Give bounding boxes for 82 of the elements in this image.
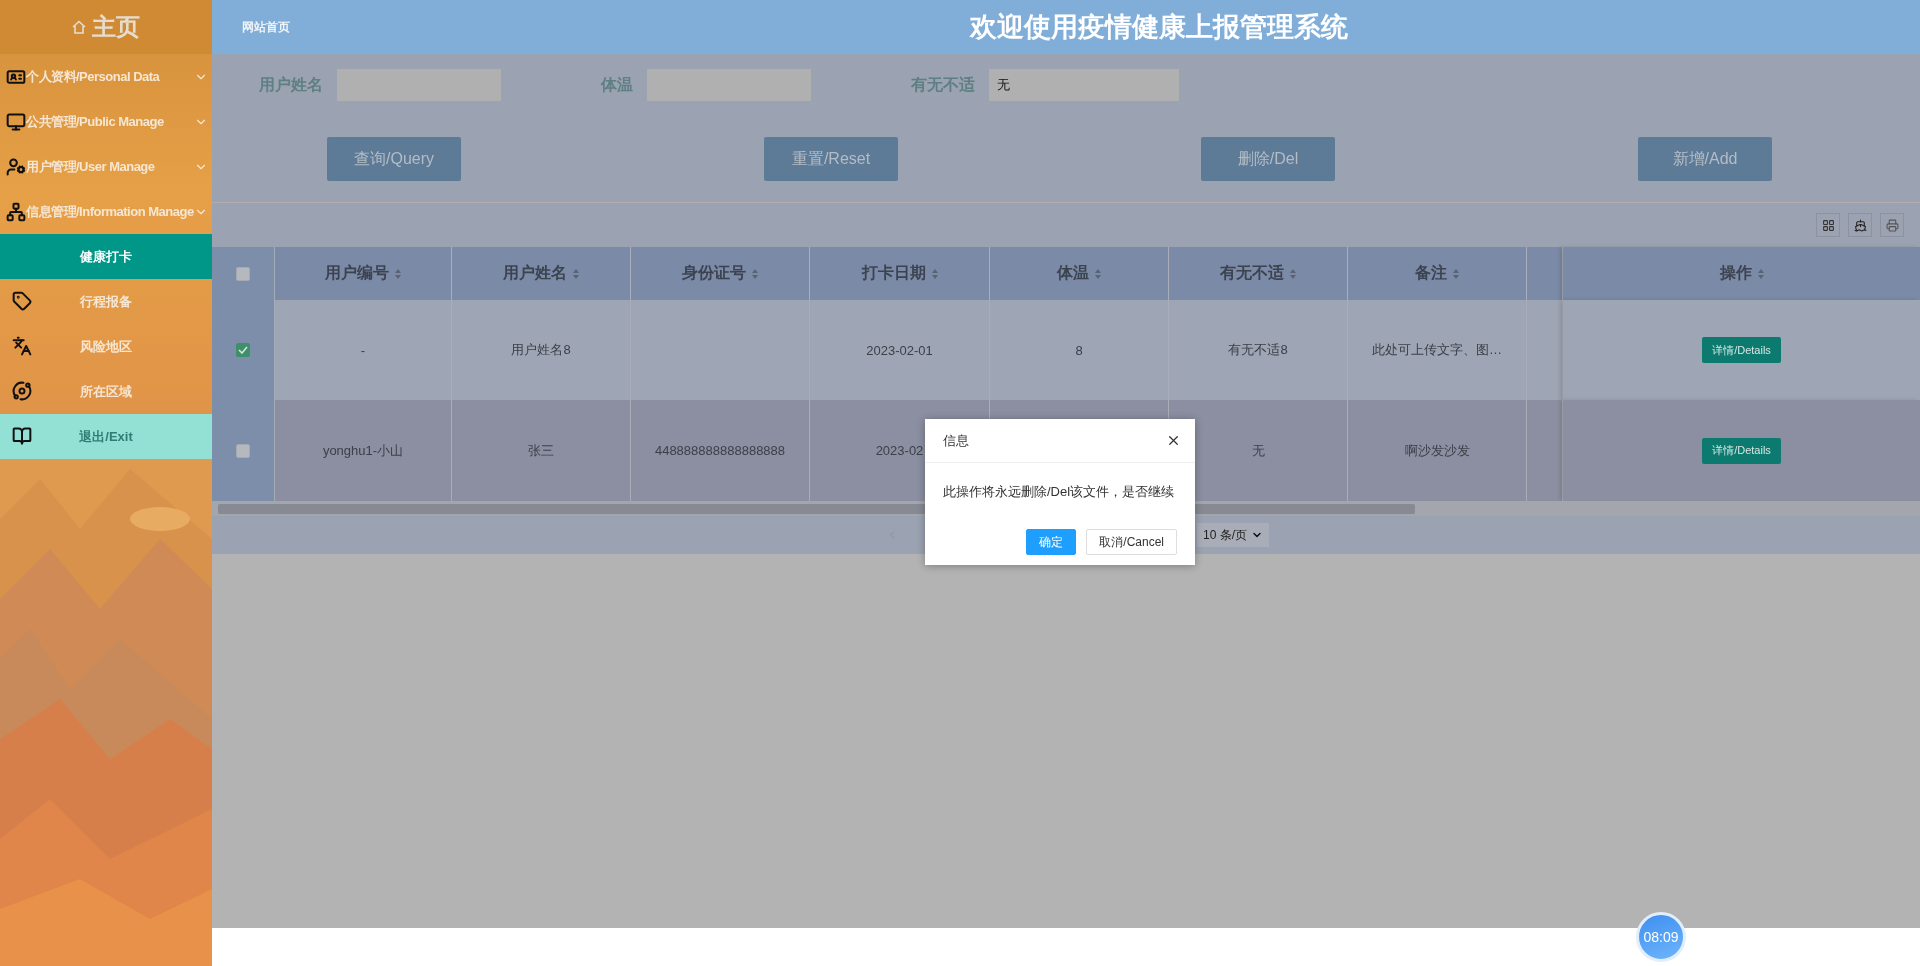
table-cell: 用户姓名8 [511,341,571,359]
sort-icon[interactable] [931,268,938,279]
sidebar-item-icon [12,291,32,311]
table-cell: 2023-02-01 [866,342,933,358]
sidebar-item[interactable]: 退出/Exit [0,414,212,459]
column-header[interactable]: 身份证号 [682,263,746,284]
sidebar-item-icon [12,381,32,401]
row-checkbox[interactable] [236,343,250,357]
print-button[interactable] [1880,213,1904,237]
sidebar-item-icon [6,111,26,132]
sort-icon[interactable] [1757,268,1764,279]
sidebar-item[interactable]: 信息管理/Information Manage [0,189,212,234]
column-header[interactable]: 有无不适 [1220,263,1284,284]
sidebar-item[interactable]: 健康打卡 [0,234,212,279]
column-header[interactable]: 打卡日期 [861,263,926,284]
column-header[interactable]: 备注 [1415,263,1447,284]
page-title: 欢迎使用疫情健康上报管理系统 [970,11,1348,44]
sidebar-item-label: 所在区域 [80,382,132,401]
row-checkbox[interactable] [236,443,250,458]
field-label: 体温 [601,74,633,95]
details-button[interactable]: 详情/Details [1702,437,1781,464]
table-cell: 啊沙发沙发 [1404,441,1470,460]
grid-icon [1821,218,1835,232]
dialog-title: 信息 [943,431,969,450]
table-cell: 448888888888888888 [654,443,786,458]
column-header[interactable]: 操作 [1719,263,1752,284]
action-button[interactable]: 删除/Del [1201,137,1335,181]
field-label: 用户姓名 [259,74,323,95]
sidebar-item-label: 健康打卡 [80,247,132,266]
column-header[interactable]: 用户编号 [325,263,389,284]
sort-icon[interactable] [573,268,579,279]
sidebar-item[interactable]: 行程报备 [0,279,212,324]
column-header[interactable]: 用户姓名 [503,263,567,284]
action-button[interactable]: 新增/Add [1638,137,1772,181]
table-cell: 此处可上传文字、图… [1372,341,1502,359]
sidebar-item-label: 风险地区 [80,337,132,356]
table-cell: 无 [1251,441,1265,460]
sidebar-item-icon [12,426,32,446]
sidebar-item-label: 公共管理/Public Manage [26,112,164,131]
table-cell: 2023-02 [875,443,924,458]
select-all-checkbox[interactable] [236,266,250,281]
sidebar-item-label: 用户管理/User Manage [26,157,155,176]
sort-icon[interactable] [1290,268,1296,279]
sidebar-title: 主页 [92,12,140,42]
table-cell: 有无不适8 [1228,341,1288,359]
details-button[interactable]: 详情/Details [1702,337,1781,363]
dialog-message: 此操作将永远删除/Del该文件，是否继续 [943,483,1176,501]
action-button[interactable]: 查询/Query [327,137,461,181]
page-size-select[interactable]: 10 条/页 [1197,523,1269,547]
sidebar-item-icon [12,336,32,356]
print-icon [1885,218,1899,232]
dialog-button[interactable]: 确定 [1026,529,1077,555]
sidebar-item[interactable]: 风险地区 [0,324,212,369]
sort-icon[interactable] [1453,268,1459,279]
breadcrumb-link[interactable]: 网站首页 [242,18,290,36]
table-cell: 张三 [528,441,554,460]
field-label: 有无不适 [911,74,975,95]
sidebar-item-icon [6,156,26,177]
sort-icon[interactable] [752,268,758,279]
export-button[interactable] [1848,213,1872,237]
sidebar-item[interactable]: 公共管理/Public Manage [0,99,212,144]
columns-button[interactable] [1816,213,1840,237]
action-button[interactable]: 重置/Reset [764,137,898,181]
sidebar-item-label: 行程报备 [80,292,132,311]
sidebar-item-label: 退出/Exit [79,427,133,446]
column-header[interactable]: 体温 [1057,263,1089,284]
sidebar-item-label: 个人资料/Personal Data [26,67,160,86]
table-cell: - [360,342,366,358]
table-cell: 8 [1075,342,1083,358]
sidebar-item[interactable]: 所在区域 [0,369,212,414]
sort-icon[interactable] [1095,268,1101,279]
close-icon[interactable] [1166,433,1181,448]
sort-icon[interactable] [395,268,401,279]
sidebar-item[interactable]: 用户管理/User Manage [0,144,212,189]
dialog-button[interactable]: 取消/Cancel [1086,529,1177,555]
sidebar-item-label: 信息管理/Information Manage [26,202,194,221]
sidebar-item-icon [6,201,26,222]
ship-icon [1853,218,1867,232]
table-cell: yonghu1-小山 [322,441,404,460]
search-field[interactable]: 无 [989,69,1179,101]
home-icon [72,20,86,34]
sidebar-item[interactable]: 个人资料/Personal Data [0,54,212,99]
